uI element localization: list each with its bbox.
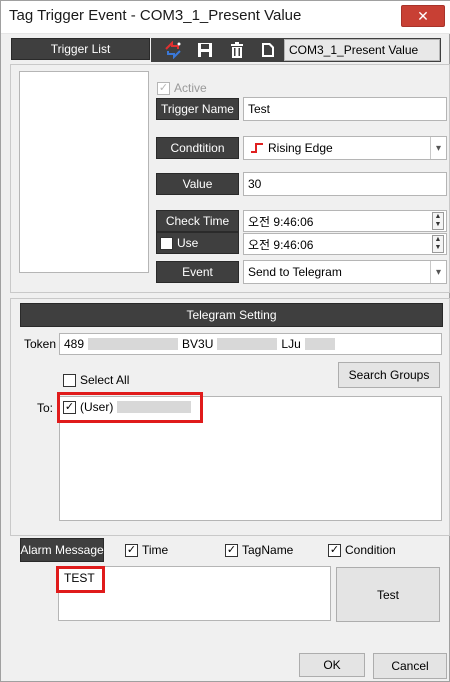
trigger-name-label: Trigger Name [156,98,239,120]
alarm-message-label: Alarm Message [20,538,104,562]
close-button[interactable]: ✕ [401,5,445,27]
checkbox-checked-icon: ✓ [328,543,341,557]
time-checkbox[interactable]: ✓ Time [125,543,168,557]
to-label: To: [37,401,54,415]
recipient-label: (User) [80,400,114,414]
checkbox-unchecked-icon [160,236,173,250]
select-all-checkbox[interactable]: Select All [63,373,129,387]
time-label: Time [142,543,169,557]
alarm-message-text: TEST [64,571,95,585]
telegram-setting-header: Telegram Setting [20,303,443,327]
close-icon: ✕ [417,7,429,24]
title-bar: Tag Trigger Event - COM3_1_Present Value… [1,1,450,34]
new-document-button[interactable] [256,38,280,62]
condition-select[interactable]: Rising Edge ▾ [243,136,447,160]
save-button[interactable] [193,38,217,62]
token-label: Token [24,337,57,351]
toolbar: COM3_1_Present Value [151,38,441,62]
select-all-label: Select All [80,373,130,387]
token-redacted [88,338,179,350]
spinner-icon[interactable]: ▲ ▼ [432,235,444,253]
value-input[interactable]: 30 [243,172,447,196]
condition-checkbox[interactable]: ✓ Condition [328,543,396,557]
value-label: Value [156,173,239,195]
check-time-label: Check Time [156,210,239,232]
recipient-item[interactable]: ✓ (User) [63,400,192,414]
condition-label: Condtition [156,137,239,159]
event-value: Send to Telegram [248,265,342,279]
chevron-down-icon: ▾ [430,261,446,283]
delete-button[interactable] [225,38,249,62]
recipient-redacted [117,401,192,413]
token-part-3: LJu [281,337,301,351]
checkbox-checked-icon: ✓ [63,400,76,414]
trigger-list-header: Trigger List [11,38,150,60]
active-checkbox[interactable]: ✓ Active [157,81,207,95]
check-time-input-1[interactable]: 오전 9:46:06 ▲ ▼ [243,210,447,232]
checkbox-checked-icon: ✓ [125,543,138,557]
use-checkbox[interactable]: Use [156,232,239,254]
use-label: Use [177,236,199,250]
token-redacted [217,338,278,350]
checkbox-unchecked-icon [63,373,76,387]
spinner-icon[interactable]: ▲ ▼ [432,212,444,230]
rising-edge-icon [251,143,263,153]
token-input[interactable]: 489 BV3U LJu [59,333,442,355]
check-time-value-2: 오전 9:46:06 [248,237,314,252]
token-part-1: 489 [64,337,85,351]
checkbox-checked-icon: ✓ [225,543,238,557]
condition-value: Rising Edge [268,141,333,155]
token-part-2: BV3U [182,337,214,351]
test-button[interactable]: Test [336,567,440,622]
dialog-window: Tag Trigger Event - COM3_1_Present Value… [0,0,450,682]
active-label: Active [174,81,207,95]
cancel-button[interactable]: Cancel [373,653,447,679]
trigger-list[interactable] [19,71,149,273]
token-redacted [304,338,335,350]
chevron-down-icon: ▾ [430,137,446,159]
window-title: Tag Trigger Event - COM3_1_Present Value [9,7,302,24]
condition-checkbox-label: Condition [345,543,396,557]
search-groups-button[interactable]: Search Groups [338,362,440,388]
add-trigger-icon [165,41,181,59]
tagname-label: TagName [242,543,294,557]
checkbox-checked-icon: ✓ [157,81,170,95]
tagname-checkbox[interactable]: ✓ TagName [225,543,293,557]
add-trigger-button[interactable] [161,38,185,62]
delete-icon [231,42,243,58]
check-time-value-1: 오전 9:46:06 [248,214,314,229]
event-select[interactable]: Send to Telegram ▾ [243,260,447,284]
ok-button[interactable]: OK [299,653,365,677]
save-icon [198,43,212,57]
trigger-name-input[interactable]: Test [243,97,447,121]
check-time-input-2[interactable]: 오전 9:46:06 ▲ ▼ [243,233,447,255]
event-label: Event [156,261,239,283]
tag-name-field: COM3_1_Present Value [284,39,440,61]
new-document-icon [262,43,274,57]
